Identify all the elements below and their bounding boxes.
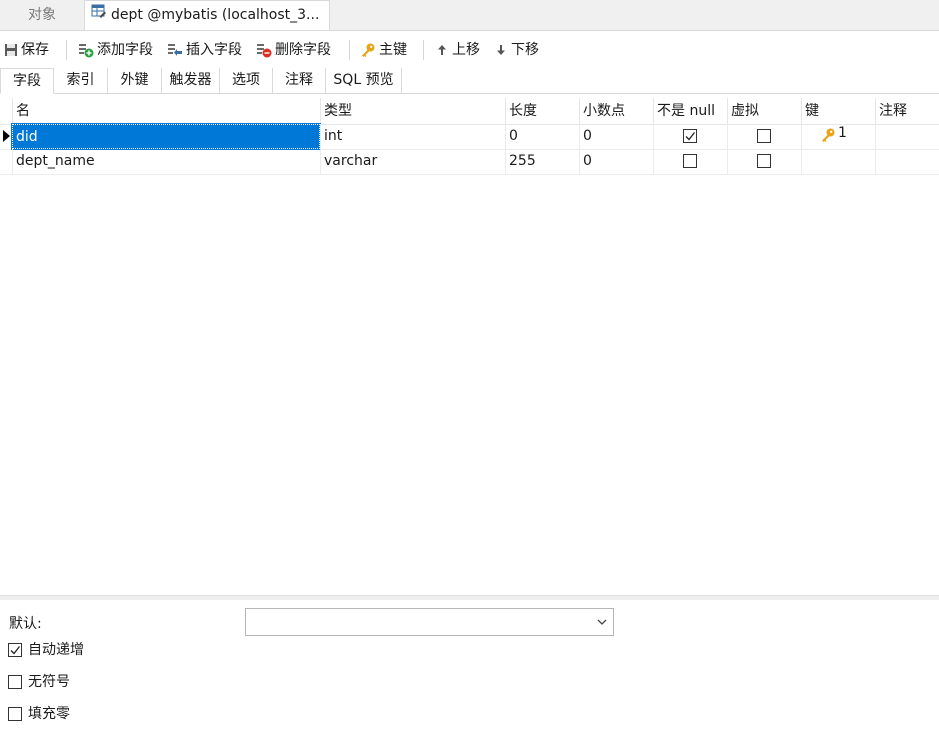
tab-dept-design[interactable]: dept @mybatis (localhost_3... — [84, 0, 330, 30]
column-header-name[interactable]: 名 — [12, 98, 320, 124]
unsigned-checkbox[interactable] — [8, 675, 22, 689]
move-down-label: 下移 — [511, 42, 539, 58]
tab-dept-design-label: dept @mybatis (localhost_3... — [111, 7, 320, 23]
primary-key-button[interactable]: 主键 — [360, 34, 407, 66]
insert-field-label: 插入字段 — [186, 42, 242, 58]
cell-virtual — [727, 124, 801, 149]
auto-increment-label: 自动递增 — [28, 642, 84, 658]
cell-type[interactable]: varchar — [320, 149, 505, 174]
move-down-button[interactable]: 下移 — [494, 34, 539, 66]
arrow-down-icon — [497, 45, 505, 55]
current-row-indicator — [3, 130, 10, 142]
delete-field-icon — [257, 44, 272, 58]
save-icon — [5, 44, 17, 56]
column-header-comment[interactable]: 注释 — [875, 98, 939, 124]
chevron-down-icon — [596, 616, 608, 632]
tab-sql-preview[interactable]: SQL 预览 — [326, 68, 402, 93]
column-header-type[interactable]: 类型 — [320, 98, 505, 124]
save-label: 保存 — [21, 42, 49, 58]
tab-triggers[interactable]: 触发器 — [162, 68, 220, 93]
unsigned-label: 无符号 — [28, 674, 70, 690]
not-null-checkbox[interactable] — [683, 154, 697, 168]
object-tab-strip: 对象 dept @mybatis (localhost_3... — [0, 0, 939, 31]
cell-name[interactable]: dept_name — [12, 149, 320, 174]
virtual-checkbox[interactable] — [757, 129, 771, 143]
move-up-button[interactable]: 上移 — [435, 34, 480, 66]
add-field-label: 添加字段 — [97, 42, 153, 58]
key-icon — [362, 43, 375, 57]
cell-decimals[interactable]: 0 — [579, 124, 653, 149]
cell-comment[interactable] — [875, 149, 939, 174]
table-design-icon — [91, 1, 107, 29]
move-up-label: 上移 — [452, 42, 480, 58]
cell-length[interactable]: 255 — [505, 149, 579, 174]
delete-field-label: 删除字段 — [275, 42, 331, 58]
check-mark-icon — [685, 132, 696, 141]
default-value-select[interactable] — [245, 608, 614, 636]
toolbar-separator — [66, 40, 67, 60]
cell-virtual — [727, 149, 801, 174]
toolbar-separator — [423, 40, 424, 60]
insert-field-icon — [168, 44, 182, 56]
cell-length[interactable]: 0 — [505, 124, 579, 149]
not-null-checkbox[interactable] — [683, 129, 697, 143]
tab-comment[interactable]: 注释 — [273, 68, 326, 93]
cell-comment[interactable] — [875, 124, 939, 149]
table-row[interactable]: did int 0 0 1 — [0, 123, 939, 150]
toolbar: 保存 添加字段 插入字段 删除字段 主键 上移 下移 — [0, 34, 939, 66]
save-button[interactable]: 保存 — [4, 34, 49, 66]
zerofill-checkbox[interactable] — [8, 707, 22, 721]
default-label: 默认: — [9, 616, 42, 632]
cell-not-null — [653, 149, 727, 174]
cell-key[interactable] — [801, 149, 875, 174]
column-header-length[interactable]: 长度 — [505, 98, 579, 124]
insert-field-button[interactable]: 插入字段 — [167, 34, 242, 66]
check-mark-icon — [10, 646, 21, 655]
tab-indexes[interactable]: 索引 — [54, 68, 108, 93]
column-header-not-null[interactable]: 不是 null — [653, 98, 727, 124]
virtual-checkbox[interactable] — [757, 154, 771, 168]
column-header-virtual[interactable]: 虚拟 — [727, 98, 801, 124]
add-field-button[interactable]: 添加字段 — [78, 34, 153, 66]
cell-type[interactable]: int — [320, 124, 505, 149]
column-header-decimals[interactable]: 小数点 — [579, 98, 653, 124]
add-field-icon — [79, 44, 94, 58]
cell-name[interactable]: did — [11, 123, 321, 150]
auto-increment-checkbox[interactable] — [8, 643, 22, 657]
tab-fields[interactable]: 字段 — [0, 68, 54, 94]
delete-field-button[interactable]: 删除字段 — [256, 34, 331, 66]
tab-foreign-keys[interactable]: 外键 — [108, 68, 162, 93]
zerofill-label: 填充零 — [28, 706, 70, 722]
key-order-number: 1 — [838, 125, 847, 141]
arrow-up-icon — [438, 45, 446, 55]
tab-options[interactable]: 选项 — [220, 68, 273, 93]
grid-header: 名 类型 长度 小数点 不是 null 虚拟 键 注释 — [0, 98, 939, 125]
cell-not-null — [653, 124, 727, 149]
primary-key-label: 主键 — [379, 42, 407, 58]
design-subtabs: 字段 索引 外键 触发器 选项 注释 SQL 预览 — [0, 68, 939, 94]
panel-splitter[interactable] — [0, 595, 939, 600]
cell-key[interactable]: 1 — [801, 124, 875, 149]
cell-decimals[interactable]: 0 — [579, 149, 653, 174]
tab-objects[interactable]: 对象 — [0, 0, 84, 30]
table-row[interactable]: dept_name varchar 255 0 — [0, 149, 939, 175]
toolbar-separator — [349, 40, 350, 60]
